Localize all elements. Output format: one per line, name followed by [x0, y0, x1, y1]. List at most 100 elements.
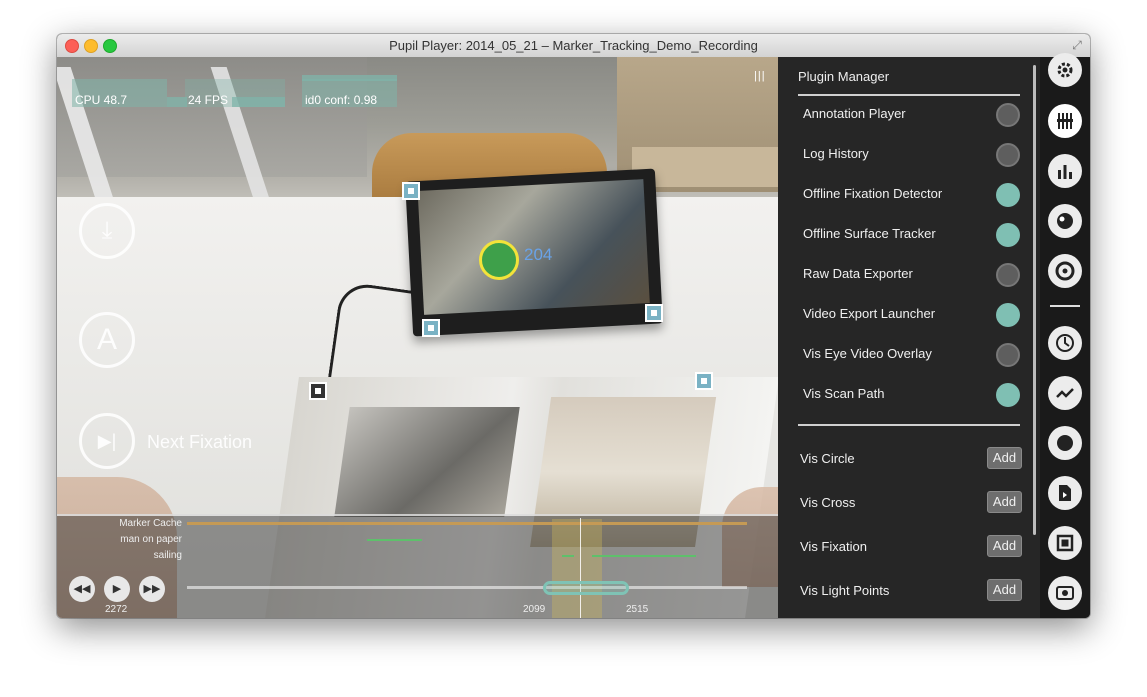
add-vis-fixation-button[interactable]: Add [987, 535, 1022, 557]
plugin-toggle[interactable] [996, 263, 1020, 287]
plugin-row-log-history[interactable]: Log History [803, 143, 1023, 167]
plugin-label: Vis Scan Path [803, 386, 885, 401]
target-icon [1055, 261, 1075, 281]
playhead[interactable] [580, 518, 581, 618]
surface-marker [645, 304, 663, 322]
download-button[interactable]: ⤓ [79, 203, 135, 259]
bar-chart-icon [1058, 165, 1072, 179]
cpu-graph-tail [167, 97, 187, 107]
circle-icon [1057, 435, 1073, 451]
statistics-button[interactable] [1048, 154, 1082, 188]
surface-tracker-button[interactable] [1048, 526, 1082, 560]
next-fixation-button[interactable]: ▶| [79, 413, 135, 469]
menu-toggle-icon[interactable]: ||| [754, 70, 766, 82]
add-plugin-label: Vis Fixation [800, 539, 867, 554]
add-vis-circle-button[interactable]: Add [987, 447, 1022, 469]
trim-handle[interactable] [543, 581, 629, 595]
fps-label: 24 FPS [188, 93, 229, 107]
fullscreen-icon[interactable]: ⤢ [1070, 38, 1084, 52]
title-bar: Pupil Player: 2014_05_21 – Marker_Tracki… [57, 34, 1090, 58]
panel-scrollbar[interactable] [1033, 65, 1036, 535]
add-vis-cross-button[interactable]: Add [987, 491, 1022, 513]
plugin-toggle[interactable] [996, 303, 1020, 327]
minimize-window-button[interactable] [84, 39, 98, 53]
fps-graph-tail [232, 97, 285, 107]
window-title: Pupil Player: 2014_05_21 – Marker_Tracki… [389, 38, 758, 53]
plugin-row-vis-scan-path[interactable]: Vis Scan Path [803, 383, 1023, 407]
rewind-button[interactable]: ◀◀ [69, 576, 95, 602]
surface-marker [422, 319, 440, 337]
add-plugin-label: Vis Light Points [800, 583, 890, 598]
plugin-manager-title: Plugin Manager [798, 69, 890, 84]
download-icon: ⤓ [101, 217, 113, 244]
icon-sidebar [1040, 53, 1090, 618]
panel-divider [798, 424, 1020, 426]
add-plugin-label: Vis Cross [800, 495, 856, 510]
plugin-toggle[interactable] [996, 143, 1020, 167]
timeline-panel[interactable]: Marker Cache man on paper sailing ◀◀ ▶ ▶… [57, 514, 778, 618]
add-row-vis-light-points: Vis Light Points Add [800, 579, 1022, 603]
plugin-row-annotation-player[interactable]: Annotation Player [803, 103, 1023, 127]
confidence-label: id0 conf: 0.98 [305, 93, 378, 107]
plugin-toggle[interactable] [996, 103, 1020, 127]
timeline-divider [57, 514, 778, 516]
marker-cache-bar [187, 522, 747, 525]
trim-end-frame: 2515 [626, 604, 649, 615]
target-button[interactable] [1048, 254, 1082, 288]
eye-overlay-button[interactable] [1048, 576, 1082, 610]
plugin-toggle[interactable] [996, 223, 1020, 247]
plugin-manager-button[interactable] [1048, 104, 1082, 138]
panel-divider [798, 94, 1020, 96]
play-button[interactable]: ▶ [104, 576, 130, 602]
plugin-row-offline-surface-tracker[interactable]: Offline Surface Tracker [803, 223, 1023, 247]
timeline-row-label: sailing [153, 550, 182, 561]
add-vis-light-points-button[interactable]: Add [987, 579, 1022, 601]
plugin-toggle[interactable] [996, 183, 1020, 207]
zoom-window-button[interactable] [103, 39, 117, 53]
annotation-button[interactable]: A [79, 312, 135, 368]
plugin-manager-panel: Plugin Manager Annotation Player Log His… [778, 57, 1040, 618]
plugin-label: Annotation Player [803, 106, 906, 121]
confidence-graph: id0 conf: 0.98 [302, 79, 397, 107]
clock-icon [1056, 334, 1074, 352]
plugin-label: Log History [803, 146, 869, 161]
eye-overlay-icon [1056, 586, 1074, 600]
plugin-toggle[interactable] [996, 383, 1020, 407]
close-window-button[interactable] [65, 39, 79, 53]
annotation-button-label: A [96, 323, 117, 356]
scan-path-icon [1056, 388, 1074, 398]
event-segment [562, 555, 574, 557]
rail-divider [1050, 305, 1080, 307]
trim-region [552, 519, 602, 618]
fixation-detector-button[interactable] [1048, 326, 1082, 360]
scan-path-button[interactable] [1048, 376, 1082, 410]
general-settings-button[interactable] [1048, 53, 1082, 87]
world-video-view[interactable]: 204 CPU 48.7 24 FPS id0 conf: 0.98 ||| ⤓… [57, 57, 778, 618]
plugin-label: Video Export Launcher [803, 306, 936, 321]
skip-next-icon: ▶| [97, 431, 117, 451]
export-file-icon [1059, 485, 1071, 501]
add-plugin-label: Vis Circle [800, 451, 855, 466]
pupil-player-window: Pupil Player: 2014_05_21 – Marker_Tracki… [57, 34, 1090, 618]
plugin-toggle[interactable] [996, 343, 1020, 367]
trim-start-frame: 2099 [523, 604, 546, 615]
export-button[interactable] [1048, 476, 1082, 510]
vis-circle-button[interactable] [1048, 426, 1082, 460]
cpu-graph: CPU 48.7 [72, 79, 167, 107]
seek-bar[interactable] [187, 586, 747, 589]
rewind-icon: ◀◀ [73, 583, 91, 595]
plugin-row-raw-data-exporter[interactable]: Raw Data Exporter [803, 263, 1023, 287]
plugin-row-video-export-launcher[interactable]: Video Export Launcher [803, 303, 1023, 327]
eye-view-button[interactable] [1048, 204, 1082, 238]
scene-book-photo-left [334, 407, 520, 517]
fast-forward-button[interactable]: ▶▶ [139, 576, 165, 602]
surface-marker [695, 372, 713, 390]
timeline-row-label: man on paper [120, 534, 182, 545]
plugin-row-vis-eye-video-overlay[interactable]: Vis Eye Video Overlay [803, 343, 1023, 367]
gaze-point-marker [479, 240, 519, 280]
event-segment [592, 555, 696, 557]
add-row-vis-circle: Vis Circle Add [800, 447, 1022, 471]
fixation-id-label: 204 [524, 245, 553, 264]
plugin-row-offline-fixation-detector[interactable]: Offline Fixation Detector [803, 183, 1023, 207]
plugin-label: Offline Fixation Detector [803, 186, 943, 201]
